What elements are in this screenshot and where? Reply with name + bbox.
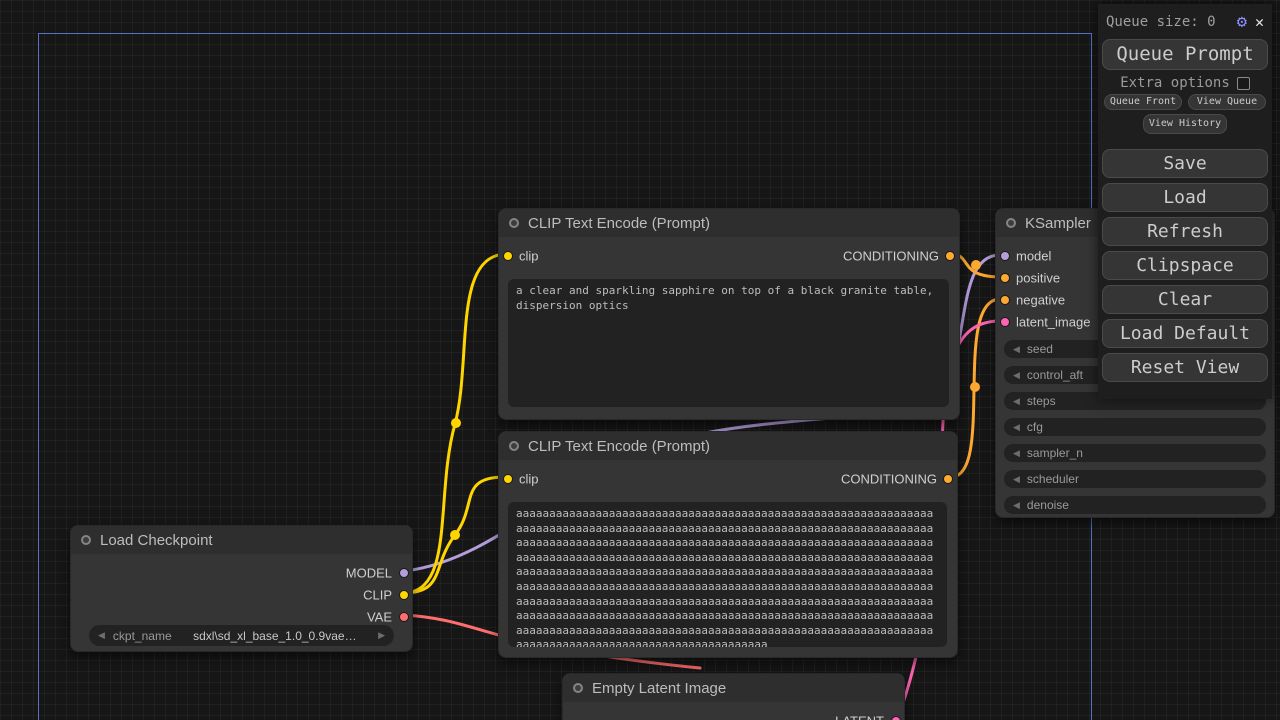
scheduler-widget[interactable]: ◀ scheduler — [1004, 470, 1266, 488]
node-title-bar[interactable]: CLIP Text Encode (Prompt) — [499, 432, 957, 460]
left-arrow-icon[interactable]: ◀ — [1013, 474, 1020, 485]
collapse-dot-icon[interactable] — [509, 441, 519, 451]
extra-options-row: Extra options — [1100, 75, 1270, 91]
collapse-dot-icon[interactable] — [1006, 218, 1016, 228]
slot-label-vae: VAE — [367, 610, 392, 625]
slot-label-model: model — [1016, 249, 1051, 264]
node-title: Load Checkpoint — [100, 532, 213, 549]
node-load-checkpoint[interactable]: Load Checkpoint MODEL CLIP VAE ◀ ckpt_na… — [70, 525, 413, 652]
widget-name: scheduler — [1027, 472, 1079, 486]
left-arrow-icon[interactable]: ◀ — [1013, 448, 1020, 459]
collapse-dot-icon[interactable] — [509, 218, 519, 228]
cfg-widget[interactable]: ◀ cfg — [1004, 418, 1266, 436]
conditioning-output-slot[interactable] — [945, 251, 955, 261]
left-arrow-icon[interactable]: ◀ — [1013, 370, 1020, 381]
widget-name: control_aft — [1027, 368, 1083, 382]
refresh-button[interactable]: Refresh — [1102, 217, 1268, 246]
slot-label-positive: positive — [1016, 271, 1060, 286]
clip-input-slot[interactable] — [503, 251, 513, 261]
extra-options-label: Extra options — [1120, 75, 1230, 91]
ckpt-name-widget[interactable]: ◀ ckpt_name sdxl\sd_xl_base_1.0_0.9vae… … — [89, 625, 394, 646]
slot-label-latent-image: latent_image — [1016, 315, 1090, 330]
prompt-text-widget[interactable]: a clear and sparkling sapphire on top of… — [508, 279, 949, 407]
queue-front-button[interactable]: Queue Front — [1104, 94, 1182, 110]
widget-name: sampler_n — [1027, 446, 1083, 460]
collapse-dot-icon[interactable] — [81, 535, 91, 545]
node-title: CLIP Text Encode (Prompt) — [528, 438, 710, 455]
widget-name: steps — [1027, 394, 1056, 408]
slot-label-model: MODEL — [346, 566, 392, 581]
left-arrow-icon[interactable]: ◀ — [1013, 500, 1020, 511]
node-empty-latent-image[interactable]: Empty Latent Image LATENT — [562, 673, 905, 720]
node-title: CLIP Text Encode (Prompt) — [528, 215, 710, 232]
widget-name: denoise — [1027, 498, 1069, 512]
queue-prompt-button[interactable]: Queue Prompt — [1102, 39, 1268, 70]
widget-name: ckpt_name — [113, 629, 172, 643]
view-history-button[interactable]: View History — [1143, 114, 1227, 134]
reset-view-button[interactable]: Reset View — [1102, 353, 1268, 382]
clipspace-button[interactable]: Clipspace — [1102, 251, 1268, 280]
widget-name: cfg — [1027, 420, 1043, 434]
close-icon[interactable]: ✕ — [1255, 15, 1264, 30]
denoise-widget[interactable]: ◀ denoise — [1004, 496, 1266, 514]
left-arrow-icon[interactable]: ◀ — [1013, 396, 1020, 407]
comfyui-menu: Queue size: 0 ⚙ ✕ Queue Prompt Extra opt… — [1098, 4, 1272, 399]
conditioning-output-slot[interactable] — [943, 474, 953, 484]
clip-output-slot[interactable] — [399, 590, 409, 600]
node-clip-text-encode-2[interactable]: CLIP Text Encode (Prompt) clip CONDITION… — [498, 431, 958, 658]
link-dot[interactable] — [451, 418, 461, 428]
clip-input-slot[interactable] — [503, 474, 513, 484]
node-title: KSampler — [1025, 215, 1091, 232]
vae-output-slot[interactable] — [399, 612, 409, 622]
comfyui-canvas[interactable]: CLIP Text Encode (Prompt) clip CONDITION… — [0, 0, 1280, 720]
widget-name: seed — [1027, 342, 1053, 356]
load-button[interactable]: Load — [1102, 183, 1268, 212]
queue-buttons-row: Queue Front View Queue — [1100, 94, 1270, 110]
latent-output-slot[interactable] — [891, 716, 901, 720]
node-clip-text-encode-1[interactable]: CLIP Text Encode (Prompt) clip CONDITION… — [498, 208, 960, 420]
slot-label-clip: clip — [519, 472, 539, 487]
slot-label-conditioning: CONDITIONING — [843, 249, 939, 264]
right-arrow-icon[interactable]: ▶ — [378, 630, 385, 641]
queue-size-label: Queue size: 0 — [1106, 14, 1229, 30]
slot-label-latent: LATENT — [835, 714, 884, 720]
prompt-text-widget[interactable]: aaaaaaaaaaaaaaaaaaaaaaaaaaaaaaaaaaaaaaaa… — [508, 502, 947, 647]
extra-options-checkbox[interactable] — [1237, 77, 1250, 90]
node-title: Empty Latent Image — [592, 680, 726, 697]
node-title-bar[interactable]: Load Checkpoint — [71, 526, 412, 554]
slot-label-clip: clip — [519, 249, 539, 264]
menu-header: Queue size: 0 ⚙ ✕ — [1100, 10, 1270, 34]
slot-label-conditioning: CONDITIONING — [841, 472, 937, 487]
sampler-name-widget[interactable]: ◀ sampler_n — [1004, 444, 1266, 462]
settings-gear-icon[interactable]: ⚙ — [1237, 14, 1247, 31]
link-dot[interactable] — [970, 382, 980, 392]
clear-button[interactable]: Clear — [1102, 285, 1268, 314]
link-dot[interactable] — [450, 530, 460, 540]
positive-input-slot[interactable] — [1000, 273, 1010, 283]
collapse-dot-icon[interactable] — [573, 683, 583, 693]
negative-input-slot[interactable] — [1000, 295, 1010, 305]
left-arrow-icon[interactable]: ◀ — [98, 630, 105, 641]
link-dot[interactable] — [971, 260, 981, 270]
latent-image-input-slot[interactable] — [1000, 317, 1010, 327]
save-button[interactable]: Save — [1102, 149, 1268, 178]
left-arrow-icon[interactable]: ◀ — [1013, 344, 1020, 355]
slot-label-clip: CLIP — [363, 588, 392, 603]
model-output-slot[interactable] — [399, 568, 409, 578]
node-title-bar[interactable]: Empty Latent Image — [563, 674, 904, 702]
model-input-slot[interactable] — [1000, 251, 1010, 261]
node-title-bar[interactable]: CLIP Text Encode (Prompt) — [499, 209, 959, 237]
view-queue-button[interactable]: View Queue — [1188, 94, 1266, 110]
widget-value: sdxl\sd_xl_base_1.0_0.9vae… — [180, 629, 370, 643]
left-arrow-icon[interactable]: ◀ — [1013, 422, 1020, 433]
slot-label-negative: negative — [1016, 293, 1065, 308]
load-default-button[interactable]: Load Default — [1102, 319, 1268, 348]
